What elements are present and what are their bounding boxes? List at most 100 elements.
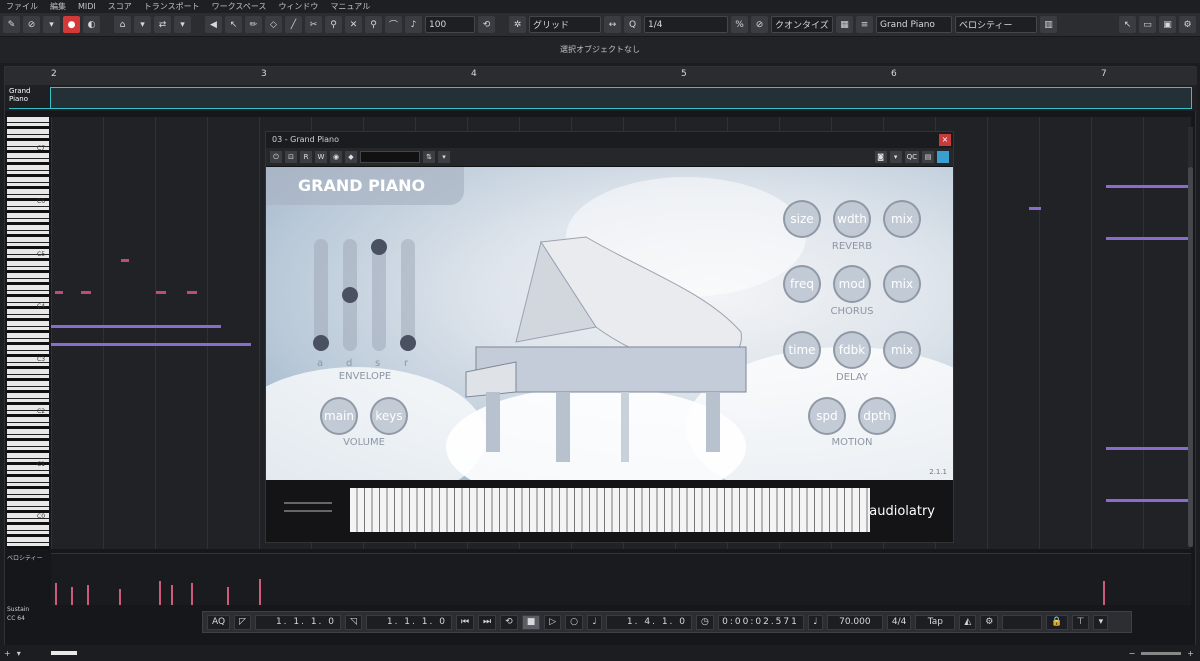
chorus-freq-knob[interactable]: freq <box>783 265 821 303</box>
velocity-bar[interactable] <box>55 583 57 605</box>
erase-tool-icon[interactable]: ◇ <box>265 16 282 33</box>
reverb-width-knob[interactable]: wdth <box>833 200 871 238</box>
reset-icon[interactable]: ⟲ <box>478 16 495 33</box>
add-icon[interactable]: + <box>4 649 11 658</box>
left-locator-icon[interactable]: ◸ <box>234 614 252 630</box>
position-field[interactable]: 1. 4. 1. 0 <box>606 614 692 630</box>
compare-icon[interactable]: ◉ <box>330 151 342 163</box>
settings-icon[interactable]: ⚙ <box>980 614 999 630</box>
lock-icon[interactable]: ▤ <box>922 151 934 163</box>
midi-note[interactable] <box>121 259 129 262</box>
grid-view-icon[interactable]: ▦ <box>836 16 853 33</box>
piano-icon[interactable]: ▥ <box>1040 16 1057 33</box>
right-locator-field[interactable]: 1. 1. 1. 0 <box>365 614 452 630</box>
marker-icon[interactable]: ⊤ <box>1071 614 1090 630</box>
stop-icon[interactable]: ■ <box>521 614 541 630</box>
zoom-tool-icon[interactable]: ⚲ <box>365 16 382 33</box>
motion-depth-knob[interactable]: dpth <box>858 397 896 435</box>
arrows-icon[interactable]: ⇅ <box>423 151 435 163</box>
qc-button[interactable]: QC <box>904 151 919 163</box>
draw-tool-icon[interactable]: ✏ <box>245 16 262 33</box>
velocity-bar[interactable] <box>227 587 229 605</box>
chevron-down-icon[interactable]: ▾ <box>174 16 191 33</box>
play-icon[interactable]: ▷ <box>544 614 562 630</box>
chevron-down-icon[interactable]: ▾ <box>889 151 902 163</box>
motion-speed-knob[interactable]: spd <box>808 397 846 435</box>
metronome-icon[interactable]: ◭ <box>959 614 977 630</box>
power-icon[interactable]: ⏻ <box>270 151 282 163</box>
auto-quantize-button[interactable]: AQ <box>207 614 231 630</box>
velocity-lane-select[interactable]: ベロシティー <box>955 16 1037 33</box>
velocity-bar[interactable] <box>71 587 73 605</box>
midi-note[interactable] <box>51 325 221 328</box>
menu-midi[interactable]: MIDI <box>78 2 96 11</box>
menu-workspace[interactable]: ワークスペース <box>212 1 267 12</box>
menu-file[interactable]: ファイル <box>6 1 38 12</box>
quantize-value-field[interactable]: 100 <box>425 16 475 33</box>
plugin-keyboard[interactable] <box>350 488 870 532</box>
color-swatch-icon[interactable] <box>937 151 949 163</box>
menu-transport[interactable]: トランスポート <box>144 1 200 12</box>
slider-knob[interactable] <box>400 335 416 351</box>
midi-note[interactable] <box>55 291 63 294</box>
zoom-in-icon[interactable]: + <box>1187 649 1194 658</box>
reverb-mix-knob[interactable]: mix <box>883 200 921 238</box>
chevron-down-icon[interactable]: ▾ <box>17 649 21 658</box>
sustain-slider[interactable] <box>371 239 387 351</box>
velocity-bar[interactable] <box>259 579 261 605</box>
delay-feedback-knob[interactable]: fdbk <box>833 331 871 369</box>
grid-type-select[interactable]: グリッド <box>529 16 601 33</box>
camera-icon[interactable]: ◙ <box>874 151 887 163</box>
home-icon[interactable]: ⌂ <box>114 16 131 33</box>
split-tool-icon[interactable]: ✂ <box>305 16 322 33</box>
zoom-out-icon[interactable]: − <box>1129 649 1136 658</box>
quantize-preset-select[interactable]: 1/4 <box>644 16 728 33</box>
track-overview[interactable]: Grand Piano <box>5 85 1197 111</box>
write-button[interactable]: W <box>315 151 327 163</box>
list-view-icon[interactable]: ≡ <box>856 16 873 33</box>
time-display[interactable]: 0:00:02.571 <box>717 614 804 630</box>
midi-note[interactable] <box>1106 237 1191 240</box>
snap-icon[interactable]: ✲ <box>509 16 526 33</box>
percent-icon[interactable]: % <box>731 16 748 33</box>
velocity-lane[interactable] <box>51 553 1191 605</box>
midi-note[interactable] <box>81 291 91 294</box>
window-icon[interactable]: ▣ <box>1159 16 1176 33</box>
midi-note[interactable] <box>1106 447 1191 450</box>
tap-tempo-button[interactable]: Tap <box>915 614 956 630</box>
go-to-end-icon[interactable]: ⏭ <box>478 614 497 630</box>
piano-keyboard[interactable] <box>7 117 49 549</box>
velocity-bar[interactable] <box>87 585 89 605</box>
signature-field[interactable]: 4/4 <box>886 614 912 630</box>
delay-time-knob[interactable]: time <box>783 331 821 369</box>
pin-icon[interactable]: ✎ <box>3 16 20 33</box>
menu-score[interactable]: スコア <box>108 1 132 12</box>
scrollbar-thumb[interactable] <box>1188 167 1193 547</box>
menu-icon[interactable] <box>284 502 332 512</box>
slider-knob[interactable] <box>371 239 387 255</box>
delay-mix-knob[interactable]: mix <box>883 331 921 369</box>
tempo-field[interactable]: 70.000 <box>826 614 883 630</box>
preset-field[interactable] <box>360 151 420 163</box>
ruler[interactable]: 2 3 4 5 6 7 <box>5 67 1197 85</box>
arrow-icon[interactable]: ↖ <box>1119 16 1136 33</box>
horizontal-scroll-thumb[interactable] <box>50 651 77 655</box>
chevron-down-icon[interactable]: ▾ <box>1093 614 1109 630</box>
chorus-mod-knob[interactable]: mod <box>833 265 871 303</box>
record-icon[interactable]: ○ <box>565 614 583 630</box>
read-button[interactable]: R <box>300 151 312 163</box>
midi-note[interactable] <box>51 343 251 346</box>
midi-note[interactable] <box>1029 207 1041 210</box>
velocity-bar[interactable] <box>1103 581 1105 605</box>
slider-knob[interactable] <box>313 335 329 351</box>
instrument-select[interactable]: Grand Piano <box>876 16 952 33</box>
line-tool-icon[interactable]: ╱ <box>285 16 302 33</box>
velocity-bar[interactable] <box>171 585 173 605</box>
menu-manual[interactable]: マニュアル <box>330 1 370 12</box>
reverb-size-knob[interactable]: size <box>783 200 821 238</box>
curve-icon[interactable]: ⌒ <box>385 16 402 33</box>
bypass-icon[interactable]: ⊡ <box>285 151 297 163</box>
menu-edit[interactable]: 編集 <box>50 1 66 12</box>
solo-icon[interactable]: ⊘ <box>23 16 40 33</box>
tempo-track-icon[interactable]: ♩ <box>807 614 823 630</box>
